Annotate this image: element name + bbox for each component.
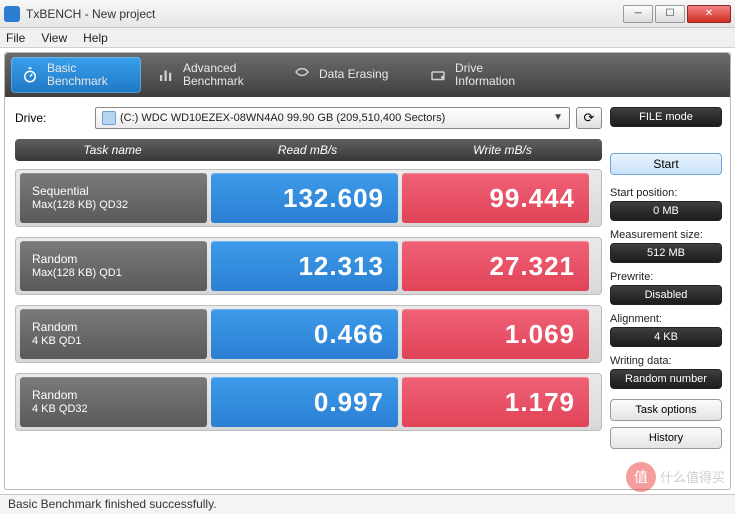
- task-name-line2: Max(128 KB) QD32: [32, 199, 207, 213]
- window-controls: ─ ☐ ✕: [621, 5, 731, 23]
- tab-drive-information[interactable]: DriveInformation: [419, 57, 549, 93]
- menu-view[interactable]: View: [41, 31, 67, 45]
- alignment-label: Alignment:: [610, 313, 722, 325]
- menu-file[interactable]: File: [6, 31, 25, 45]
- drive-select-value: (C:) WDC WD10EZEX-08WN4A0 99.90 GB (209,…: [120, 112, 445, 124]
- task-cell: Sequential Max(128 KB) QD32: [20, 173, 207, 223]
- task-cell: Random 4 KB QD1: [20, 309, 207, 359]
- erase-icon: [293, 66, 311, 84]
- read-value: 0.997: [211, 377, 398, 427]
- writing-data-label: Writing data:: [610, 355, 722, 367]
- drive-select[interactable]: (C:) WDC WD10EZEX-08WN4A0 99.90 GB (209,…: [95, 107, 570, 129]
- stopwatch-icon: [21, 66, 39, 84]
- maximize-button[interactable]: ☐: [655, 5, 685, 23]
- task-name-line2: Max(128 KB) QD1: [32, 267, 207, 281]
- side-panel: FILE mode Start Start position: 0 MB Mea…: [610, 107, 722, 483]
- status-bar: Basic Benchmark finished successfully.: [0, 494, 735, 514]
- task-cell: Random Max(128 KB) QD1: [20, 241, 207, 291]
- header-write: Write mB/s: [405, 143, 600, 157]
- prewrite-value[interactable]: Disabled: [610, 285, 722, 305]
- task-name-line1: Sequential: [32, 184, 207, 199]
- result-row-random-128-qd1: Random Max(128 KB) QD1 12.313 27.321: [15, 237, 602, 295]
- tab-label: Data Erasing: [319, 68, 388, 81]
- result-row-random-4k-qd32: Random 4 KB QD32 0.997 1.179: [15, 373, 602, 431]
- read-value: 132.609: [211, 173, 398, 223]
- main-panel: Drive: (C:) WDC WD10EZEX-08WN4A0 99.90 G…: [15, 107, 602, 483]
- history-button[interactable]: History: [610, 427, 722, 449]
- start-button[interactable]: Start: [610, 153, 722, 175]
- file-mode-button[interactable]: FILE mode: [610, 107, 722, 127]
- chevron-down-icon: ▼: [553, 112, 563, 123]
- tab-data-erasing[interactable]: Data Erasing: [283, 57, 413, 93]
- result-row-sequential: Sequential Max(128 KB) QD32 132.609 99.4…: [15, 169, 602, 227]
- client-area: BasicBenchmark AdvancedBenchmark Data Er…: [4, 52, 731, 490]
- write-value: 99.444: [402, 173, 589, 223]
- header-task: Task name: [15, 143, 210, 157]
- menu-help[interactable]: Help: [83, 31, 108, 45]
- measurement-size-value[interactable]: 512 MB: [610, 243, 722, 263]
- disk-icon: [102, 111, 116, 125]
- task-cell: Random 4 KB QD32: [20, 377, 207, 427]
- write-value: 27.321: [402, 241, 589, 291]
- window-title: TxBENCH - New project: [26, 7, 621, 21]
- task-name-line2: 4 KB QD32: [32, 403, 207, 417]
- start-position-label: Start position:: [610, 187, 722, 199]
- task-options-button[interactable]: Task options: [610, 399, 722, 421]
- app-icon: [4, 6, 20, 22]
- menu-bar: File View Help: [0, 28, 735, 48]
- task-name-line1: Random: [32, 252, 207, 267]
- start-position-value[interactable]: 0 MB: [610, 201, 722, 221]
- drive-label: Drive:: [15, 111, 95, 125]
- result-row-random-4k-qd1: Random 4 KB QD1 0.466 1.069: [15, 305, 602, 363]
- results-rows: Sequential Max(128 KB) QD32 132.609 99.4…: [15, 169, 602, 431]
- close-button[interactable]: ✕: [687, 5, 731, 23]
- body: Drive: (C:) WDC WD10EZEX-08WN4A0 99.90 G…: [5, 97, 730, 489]
- task-name-line2: 4 KB QD1: [32, 335, 207, 349]
- results-header: Task name Read mB/s Write mB/s: [15, 139, 602, 161]
- task-name-line1: Random: [32, 320, 207, 335]
- prewrite-label: Prewrite:: [610, 271, 722, 283]
- write-value: 1.179: [402, 377, 589, 427]
- tab-bar: BasicBenchmark AdvancedBenchmark Data Er…: [5, 53, 730, 97]
- drive-row: Drive: (C:) WDC WD10EZEX-08WN4A0 99.90 G…: [15, 107, 602, 129]
- tab-label: BasicBenchmark: [47, 62, 108, 88]
- tab-label: DriveInformation: [455, 62, 515, 88]
- measurement-size-label: Measurement size:: [610, 229, 722, 241]
- refresh-button[interactable]: ⟳: [576, 107, 602, 129]
- drive-icon: [429, 66, 447, 84]
- read-value: 12.313: [211, 241, 398, 291]
- alignment-value[interactable]: 4 KB: [610, 327, 722, 347]
- title-bar: TxBENCH - New project ─ ☐ ✕: [0, 0, 735, 28]
- read-value: 0.466: [211, 309, 398, 359]
- minimize-button[interactable]: ─: [623, 5, 653, 23]
- tab-label: AdvancedBenchmark: [183, 62, 244, 88]
- tab-advanced-benchmark[interactable]: AdvancedBenchmark: [147, 57, 277, 93]
- bars-icon: [157, 66, 175, 84]
- refresh-icon: ⟳: [584, 110, 595, 126]
- tab-basic-benchmark[interactable]: BasicBenchmark: [11, 57, 141, 93]
- writing-data-value[interactable]: Random number: [610, 369, 722, 389]
- task-name-line1: Random: [32, 388, 207, 403]
- header-read: Read mB/s: [210, 143, 405, 157]
- write-value: 1.069: [402, 309, 589, 359]
